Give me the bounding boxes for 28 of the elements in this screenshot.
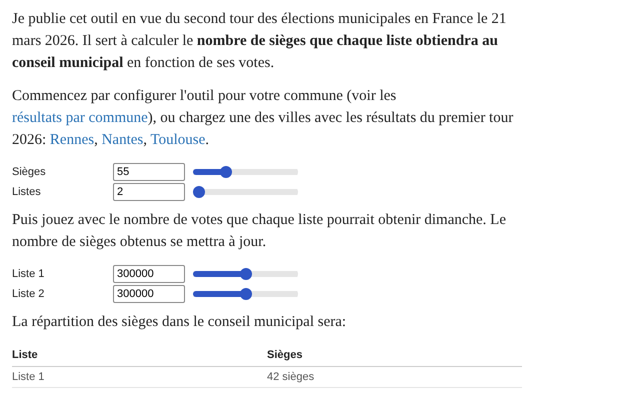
slider-thumb[interactable]	[220, 166, 232, 178]
setup-paragraph: Commencez par configurer l'outil pour votre commune (voir les résultats par commune), ou chargez une des villes avec les résultats du premier tour 2026: Rennes, Nantes, Toulouse.	[12, 87, 514, 150]
table-cell: 42 sièges	[267, 366, 522, 388]
table-cell: Liste 1	[12, 366, 267, 388]
result-paragraph: La répartition des sièges dans le conseil municipal sera:	[12, 313, 348, 332]
city-link[interactable]: Toulouse	[150, 132, 206, 148]
slider[interactable]	[193, 268, 298, 280]
column-header: Liste	[12, 345, 267, 366]
slider-thumb[interactable]	[240, 288, 252, 300]
number-field[interactable]: 300000	[113, 265, 185, 283]
slider[interactable]	[193, 166, 298, 178]
slider-thumb[interactable]	[193, 186, 205, 198]
field-label: Listes	[12, 184, 42, 200]
intro-paragraph: Je publie cet outil en vue du second tour des élections municipales en France le 21 mars 2026. Il sert à calculer le nombre de sièges que chaque liste obtiendra au conseil municipal en fonction de ses votes.	[12, 10, 508, 73]
slider[interactable]	[193, 186, 298, 198]
field-label: Sièges	[12, 164, 47, 180]
city-link[interactable]: résultats par commune	[12, 110, 148, 126]
slider-thumb[interactable]	[240, 268, 252, 280]
number-field[interactable]: 300000	[113, 285, 185, 303]
field-label: Liste 2	[12, 286, 46, 302]
votes-paragraph: Puis jouez avec le nombre de votes que chaque liste pourrait obtenir dimanche. Le nombre de sièges obtenus se mettra à jour.	[12, 211, 507, 252]
column-header: Sièges	[267, 345, 522, 366]
city-link[interactable]: Rennes	[50, 132, 94, 148]
number-field[interactable]: 55	[113, 163, 185, 181]
slider[interactable]	[193, 288, 298, 300]
number-field[interactable]: 2	[113, 183, 185, 201]
city-link[interactable]: Nantes	[102, 132, 144, 148]
field-label: Liste 1	[12, 266, 46, 282]
